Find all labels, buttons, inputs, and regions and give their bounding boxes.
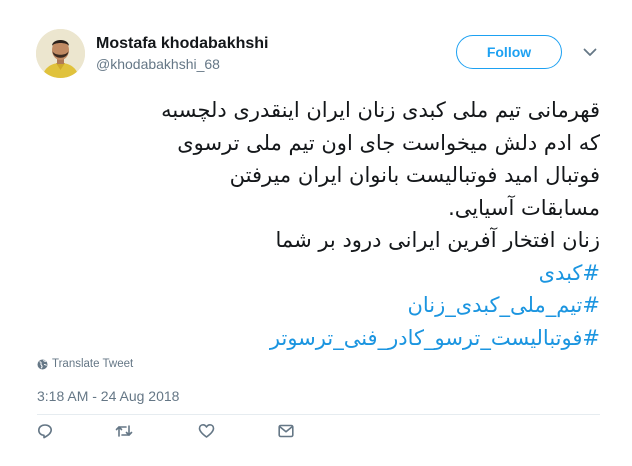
translate-tweet-link[interactable]: Translate Tweet <box>37 358 133 370</box>
hashtag-link[interactable]: #فوتبالیست_ترسو_کادر_فنی_ترسوتر <box>40 322 600 355</box>
tweet-line: قهرمانی تیم ملی کبدی زنان ایران اینقدری … <box>161 98 600 122</box>
globe-icon <box>37 359 48 370</box>
tweet-line: که ادم دلش میخواست جای اون تیم ملی ترسوی <box>177 130 600 155</box>
direct-message-button[interactable] <box>276 421 296 441</box>
divider <box>37 414 600 415</box>
avatar[interactable] <box>36 29 85 78</box>
tweet-line: مسابقات آسیایی. <box>448 195 600 220</box>
retweet-icon <box>115 425 133 437</box>
tweet-card: Mostafa khodabakhshi @khodabakhshi_68 Fo… <box>0 0 632 466</box>
retweet-button[interactable] <box>114 421 134 441</box>
author-handle[interactable]: @khodabakhshi_68 <box>96 55 268 73</box>
author-info[interactable]: Mostafa khodabakhshi @khodabakhshi_68 <box>96 34 268 73</box>
more-options-button[interactable] <box>579 42 601 62</box>
chevron-down-icon <box>583 48 597 56</box>
heart-icon <box>198 424 214 438</box>
follow-button[interactable]: Follow <box>456 35 562 69</box>
reply-icon <box>38 424 52 439</box>
tweet-timestamp[interactable]: 3:18 AM - 24 Aug 2018 <box>37 388 179 404</box>
hashtag-link[interactable]: #تیم_ملی_کبدی_زنان <box>40 289 600 322</box>
translate-tweet-label: Translate Tweet <box>52 358 134 370</box>
tweet-line: زنان افتخار آفرین ایرانی درود بر شما <box>275 228 600 252</box>
tweet-text: قهرمانی تیم ملی کبدی زنان ایران اینقدری … <box>40 94 600 354</box>
reply-button[interactable] <box>35 421 55 441</box>
tweet-line: فوتبال امید فوتبالیست بانوان ایران میرفت… <box>229 163 600 187</box>
hashtag-link[interactable]: #کبدی <box>40 257 600 290</box>
author-name[interactable]: Mostafa khodabakhshi <box>96 34 268 53</box>
avatar-image <box>36 29 85 78</box>
like-button[interactable] <box>196 421 216 441</box>
envelope-icon <box>278 424 294 438</box>
